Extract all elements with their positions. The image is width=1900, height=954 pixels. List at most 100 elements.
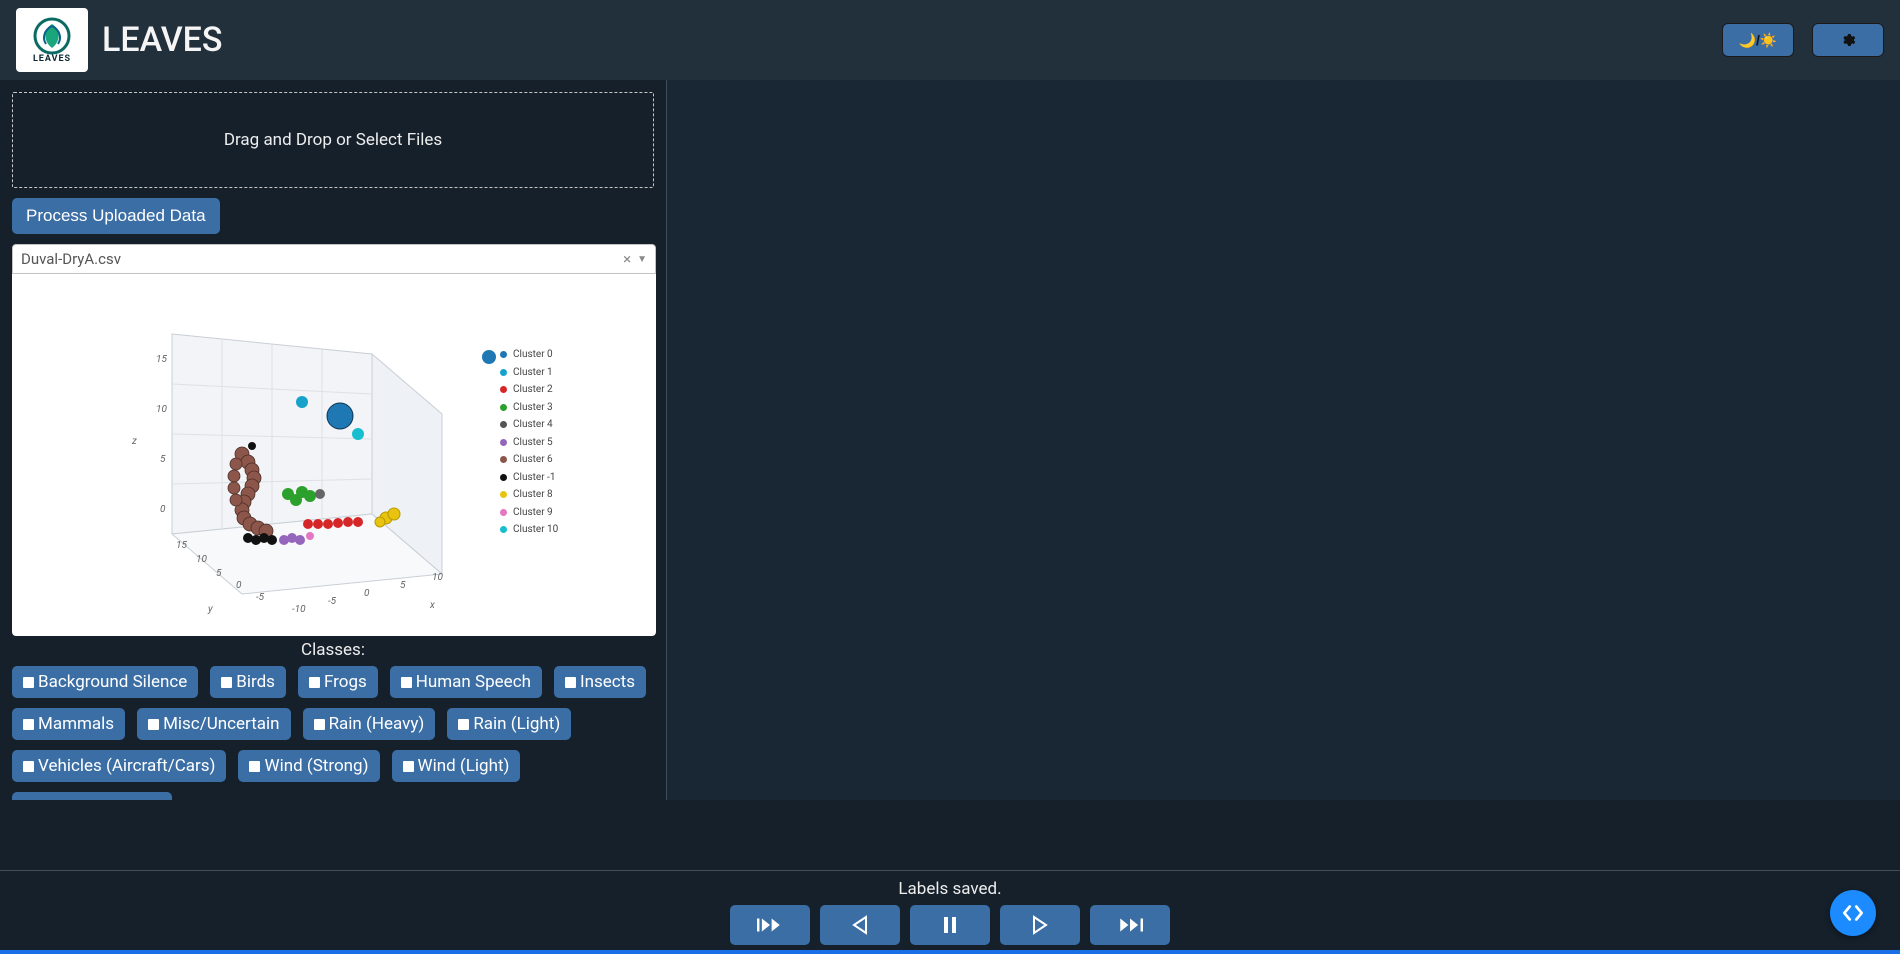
checkbox-icon xyxy=(23,719,34,730)
checkbox-icon xyxy=(401,677,412,688)
svg-text:-5: -5 xyxy=(256,592,265,603)
status-message: Labels saved. xyxy=(898,879,1001,899)
legend-label: Cluster 3 xyxy=(513,399,553,417)
legend-row[interactable]: Cluster 1 xyxy=(500,364,558,382)
class-chip-label: Background Silence xyxy=(38,672,187,692)
class-chip-label: Birds xyxy=(236,672,275,692)
legend-label: Cluster 6 xyxy=(513,451,553,469)
swap-panels-button[interactable] xyxy=(1830,890,1876,936)
legend-label: Cluster 8 xyxy=(513,486,553,504)
legend-dot-icon xyxy=(500,509,507,516)
class-chip[interactable]: Rain (Heavy) xyxy=(303,708,436,740)
legend-row[interactable]: Cluster 3 xyxy=(500,399,558,417)
class-chip[interactable]: Background Silence xyxy=(12,666,198,698)
theme-toggle-button[interactable]: 🌙/☀️ xyxy=(1722,23,1794,57)
legend-row[interactable]: Cluster 6 xyxy=(500,451,558,469)
checkbox-icon xyxy=(23,677,34,688)
legend-row[interactable]: Cluster 8 xyxy=(500,486,558,504)
svg-text:z: z xyxy=(131,436,137,447)
legend-row[interactable]: Cluster -1 xyxy=(500,469,558,487)
main-panel xyxy=(667,80,1900,800)
checkbox-icon xyxy=(249,761,260,772)
legend-row[interactable]: Cluster 5 xyxy=(500,434,558,452)
checkbox-icon xyxy=(565,677,576,688)
legend-label: Cluster 1 xyxy=(513,364,553,382)
legend-row[interactable]: Cluster 9 xyxy=(500,504,558,522)
legend-dot-icon xyxy=(500,351,507,358)
legend-dot-icon xyxy=(500,386,507,393)
checkbox-icon xyxy=(221,677,232,688)
legend-dot-icon xyxy=(500,439,507,446)
file-dropzone[interactable]: Drag and Drop or Select Files xyxy=(12,92,654,188)
legend-label: Cluster 9 xyxy=(513,504,553,522)
svg-text:5: 5 xyxy=(216,568,222,579)
file-select-dropdown[interactable]: Duval-DryA.csv × ▼ xyxy=(12,244,656,274)
class-chip[interactable]: Wind (Light) xyxy=(392,750,521,782)
footer-bar: Labels saved. xyxy=(0,870,1900,954)
svg-text:-10: -10 xyxy=(292,604,306,615)
next-button[interactable] xyxy=(1000,905,1080,945)
legend-label: Cluster 10 xyxy=(513,521,558,539)
legend-label: Cluster 4 xyxy=(513,416,553,434)
legend-label: Cluster 5 xyxy=(513,434,553,452)
settings-button[interactable] xyxy=(1812,23,1884,57)
skip-forward-button[interactable] xyxy=(1090,905,1170,945)
pause-button[interactable] xyxy=(910,905,990,945)
swap-horizontal-icon xyxy=(1840,900,1866,926)
skip-back-icon xyxy=(757,915,783,935)
class-chip[interactable]: Insects xyxy=(554,666,646,698)
legend-dot-icon xyxy=(500,526,507,533)
clear-selection-icon[interactable]: × xyxy=(623,250,631,268)
class-chip[interactable]: Frogs xyxy=(298,666,378,698)
classes-heading: Classes: xyxy=(12,640,654,660)
legend-label: Cluster -1 xyxy=(513,469,555,487)
checkbox-icon xyxy=(314,719,325,730)
legend-row[interactable]: Cluster 4 xyxy=(500,416,558,434)
skip-back-button[interactable] xyxy=(730,905,810,945)
logo-text: LEAVES xyxy=(33,54,71,64)
class-chip[interactable]: Human Speech xyxy=(390,666,542,698)
svg-text:10: 10 xyxy=(196,554,207,565)
cluster-scatter-chart[interactable]: Cluster 0Cluster 1Cluster 2Cluster 3Clus… xyxy=(12,274,656,636)
legend-dot-icon xyxy=(500,404,507,411)
legend-dot-icon xyxy=(500,491,507,498)
class-chip[interactable]: Birds xyxy=(210,666,286,698)
legend-dot-icon xyxy=(500,369,507,376)
sidebar-panel: Drag and Drop or Select Files Process Up… xyxy=(0,80,667,800)
svg-text:15: 15 xyxy=(156,354,167,365)
class-chip-label: Rain (Heavy) xyxy=(329,714,425,734)
checkbox-icon xyxy=(403,761,414,772)
skip-forward-icon xyxy=(1117,915,1143,935)
footer-accent-line xyxy=(0,950,1900,954)
checkbox-icon xyxy=(23,761,34,772)
svg-text:y: y xyxy=(207,604,213,615)
legend-label: Cluster 0 xyxy=(513,346,553,364)
process-data-button[interactable]: Process Uploaded Data xyxy=(12,198,220,234)
chevron-down-icon[interactable]: ▼ xyxy=(637,254,647,265)
save-annotations-button[interactable]: Save Annotations xyxy=(12,792,172,800)
svg-text:15: 15 xyxy=(176,540,187,551)
svg-text:10: 10 xyxy=(156,404,167,415)
next-icon xyxy=(1027,915,1053,935)
prev-button[interactable] xyxy=(820,905,900,945)
svg-text:-5: -5 xyxy=(328,596,337,607)
class-chip[interactable]: Vehicles (Aircraft/Cars) xyxy=(12,750,226,782)
file-select-value: Duval-DryA.csv xyxy=(21,250,623,268)
class-chip-container: Background Silence Birds Frogs Human Speech… xyxy=(12,666,654,782)
class-chip[interactable]: Misc/Uncertain xyxy=(137,708,291,740)
class-chip[interactable]: Wind (Strong) xyxy=(238,750,379,782)
checkbox-icon xyxy=(309,677,320,688)
legend-dot-icon xyxy=(500,474,507,481)
class-chip-label: Misc/Uncertain xyxy=(163,714,280,734)
svg-text:10: 10 xyxy=(432,572,443,583)
legend-row[interactable]: Cluster 10 xyxy=(500,521,558,539)
prev-icon xyxy=(847,915,873,935)
class-chip[interactable]: Rain (Light) xyxy=(447,708,571,740)
class-chip[interactable]: Mammals xyxy=(12,708,125,740)
class-chip-label: Wind (Strong) xyxy=(264,756,368,776)
svg-text:5: 5 xyxy=(160,454,166,465)
legend-row[interactable]: Cluster 2 xyxy=(500,381,558,399)
legend-row[interactable]: Cluster 0 xyxy=(500,346,558,364)
class-chip-label: Frogs xyxy=(324,672,367,692)
checkbox-icon xyxy=(458,719,469,730)
